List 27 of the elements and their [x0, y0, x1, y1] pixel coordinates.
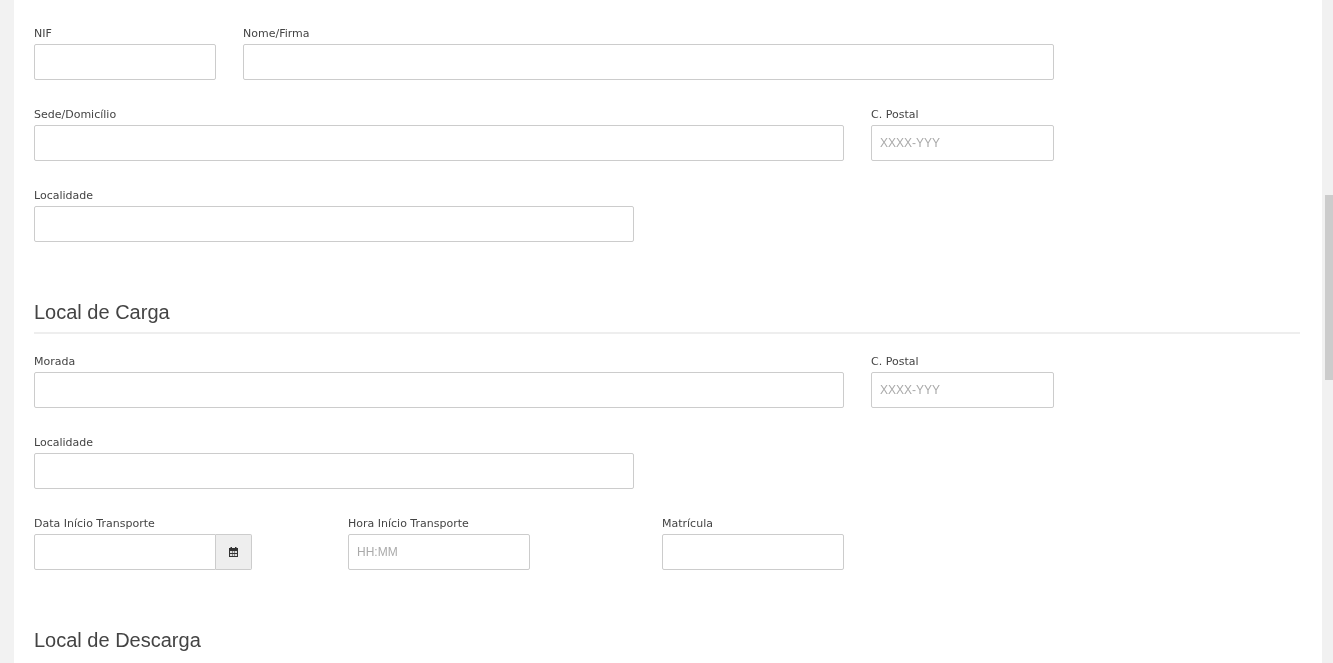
field-label: C. Postal — [871, 354, 920, 370]
field-label: C. Postal — [871, 107, 920, 123]
calendar-button[interactable] — [216, 534, 252, 570]
calendar-icon — [229, 547, 238, 557]
field-label: Data Início Transporte — [34, 516, 156, 532]
input-field[interactable] — [34, 372, 844, 408]
field-label: Sede/Domicílio — [34, 107, 118, 123]
input-field[interactable] — [662, 534, 844, 570]
input-field[interactable] — [34, 44, 216, 80]
input-field[interactable] — [34, 206, 634, 242]
field-label: Hora Início Transporte — [348, 516, 470, 532]
field-label: Localidade — [34, 188, 95, 204]
field-label: NIF — [34, 26, 53, 42]
section-heading: Local de Carga — [34, 300, 171, 324]
input-field[interactable] — [34, 453, 634, 489]
field-label: Nome/Firma — [243, 26, 311, 42]
input-field[interactable]: HH:MM — [348, 534, 530, 570]
field-label: Matrícula — [662, 516, 714, 532]
section-heading: Local de Descarga — [34, 628, 202, 652]
input-field[interactable]: XXXX-YYY — [871, 372, 1054, 408]
input-field[interactable]: XXXX-YYY — [871, 125, 1054, 161]
field-label: Localidade — [34, 435, 95, 451]
field-label: Morada — [34, 354, 77, 370]
date-field[interactable] — [34, 534, 216, 570]
input-field[interactable] — [34, 125, 844, 161]
scrollbar-thumb[interactable] — [1325, 195, 1333, 380]
input-field[interactable] — [243, 44, 1054, 80]
